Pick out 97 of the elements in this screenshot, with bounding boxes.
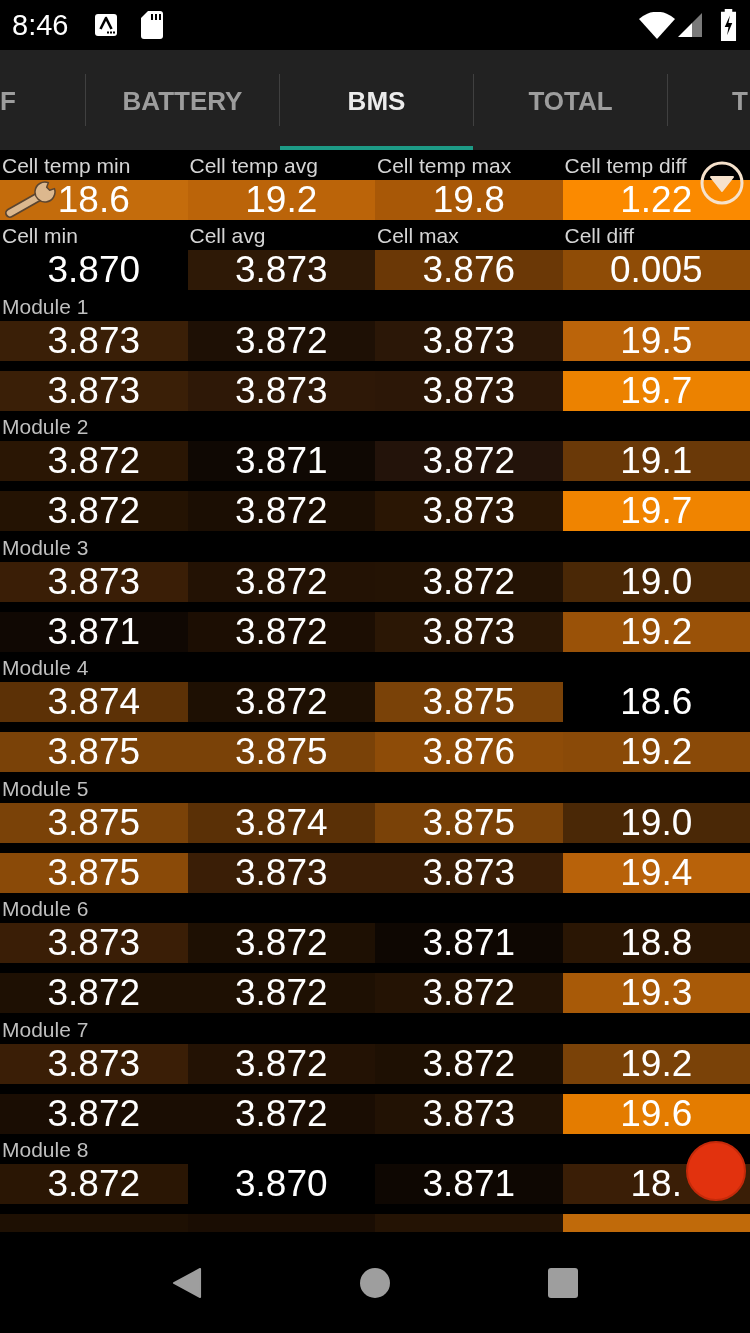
value-cell: 19.6 (562, 1093, 750, 1134)
module-label: Module 6 (2, 897, 89, 921)
value-cell: 3.872 (187, 561, 375, 602)
value-cell: 3.874 (0, 682, 188, 722)
value-cell: 19.8 (375, 180, 563, 220)
module-label: Module 4 (2, 656, 89, 680)
value-cell: 3.872 (187, 1043, 375, 1084)
value-cell: 3.873 (187, 852, 375, 893)
value-cell: 19.2 (187, 180, 375, 220)
column-label: Cell min (2, 224, 78, 248)
value-cell: 19.3 (562, 973, 750, 1013)
value-cell: 18.6 (0, 180, 188, 220)
value-cell: 19.7 (562, 370, 750, 411)
value-cell: 3.872 (0, 1093, 188, 1134)
value-cell: 3.873 (375, 491, 563, 531)
column-label: Cell avg (189, 224, 266, 248)
value-cell: 3.872 (375, 973, 563, 1013)
value-cell: 3.873 (375, 370, 563, 411)
value-cell: 3.872 (187, 923, 375, 963)
value-cell: 19.2 (562, 1043, 750, 1084)
value-cell: 3.872 (187, 682, 375, 722)
module-label: Module 3 (2, 535, 89, 560)
wrench-icon[interactable] (2, 181, 58, 219)
value-cell: 19.4 (562, 852, 750, 893)
value-cell: 3.871 (187, 441, 375, 481)
value-cell: 3.873 (0, 923, 188, 963)
value-cell: 3.873 (375, 852, 563, 893)
tab[interactable]: TOTAL (474, 50, 667, 150)
tab[interactable]: T (668, 50, 750, 150)
value-cell: 3.875 (0, 852, 188, 893)
value-cell: 3.871 (375, 923, 563, 963)
value-cell: 3.876 (375, 250, 563, 290)
column-label: Cell diff (564, 224, 635, 248)
value-cell: 19.0 (562, 802, 750, 843)
value-cell: 3.873 (0, 1043, 188, 1084)
home-icon[interactable] (360, 1267, 390, 1298)
value-cell: 3.872 (375, 441, 563, 481)
value-cell: 3.872 (0, 441, 188, 481)
column-label: Cell temp max (377, 154, 512, 178)
value-cell: 3.871 (375, 1164, 563, 1204)
tab[interactable]: F (0, 50, 85, 150)
value-cell: 3.872 (187, 320, 375, 361)
value-cell: 19.1 (562, 441, 750, 481)
value-cell: 3.873 (0, 320, 188, 361)
value-cell: 3.873 (375, 1093, 563, 1134)
value-cell: 3.872 (0, 1164, 188, 1204)
value-cell: 0.005 (562, 250, 750, 290)
value-cell: 3.872 (187, 1093, 375, 1134)
column-label: Cell temp min (2, 154, 131, 178)
value-cell: 19.2 (562, 732, 750, 772)
status-time: 8:46 (12, 8, 69, 42)
back-icon[interactable] (172, 1267, 202, 1298)
value-cell: 19.5 (562, 320, 750, 361)
column-label: Cell temp avg (189, 154, 318, 178)
column-label: Cell max (377, 224, 459, 248)
value-cell: 3.872 (187, 611, 375, 652)
battery-charging-icon (720, 9, 737, 41)
value-cell: 3.875 (187, 732, 375, 772)
value-cell: 3.875 (0, 732, 188, 772)
tab[interactable]: BATTERY (86, 50, 279, 150)
recents-icon[interactable] (548, 1267, 578, 1298)
value-cell: 1.22 (562, 180, 750, 220)
wifi-icon (639, 11, 675, 39)
value-cell: 3.872 (187, 973, 375, 1013)
module-label: Module 2 (2, 415, 89, 439)
value-cell: 3.873 (0, 370, 188, 411)
value-cell: 3.872 (0, 491, 188, 531)
dropdown-icon[interactable] (700, 161, 744, 205)
value-cell: 3.873 (375, 320, 563, 361)
value-cell: 3.875 (375, 682, 563, 722)
signal-icon (678, 13, 702, 37)
value-cell: 3.872 (187, 491, 375, 531)
tab[interactable]: BMS (280, 50, 473, 150)
column-label: Cell temp diff (564, 154, 687, 178)
module-label: Module 8 (2, 1138, 89, 1162)
value-cell: 19.0 (562, 561, 750, 602)
value-cell: 19.2 (562, 611, 750, 652)
value-cell: 3.872 (0, 973, 188, 1013)
value-cell: 3.872 (375, 561, 563, 602)
value-cell: 3.875 (0, 802, 188, 843)
value-cell: 3.873 (0, 561, 188, 602)
value-cell: 3.875 (375, 802, 563, 843)
module-label: Module 7 (2, 1017, 89, 1042)
value-cell: 19.7 (562, 491, 750, 531)
value-cell: 18.8 (562, 923, 750, 963)
value-cell: 3.876 (375, 732, 563, 772)
value-cell: 3.872 (375, 1043, 563, 1084)
value-cell: 3.874 (187, 802, 375, 843)
floating-action-button[interactable] (686, 1141, 746, 1201)
value-cell: 3.873 (375, 611, 563, 652)
module-label: Module 1 (2, 294, 89, 319)
value-cell: 3.873 (187, 370, 375, 411)
sd-card-icon (141, 11, 164, 39)
module-label: Module 5 (2, 776, 89, 801)
value-cell: 3.873 (187, 250, 375, 290)
notification-icon (95, 14, 118, 36)
value-cell: 3.871 (0, 611, 188, 652)
